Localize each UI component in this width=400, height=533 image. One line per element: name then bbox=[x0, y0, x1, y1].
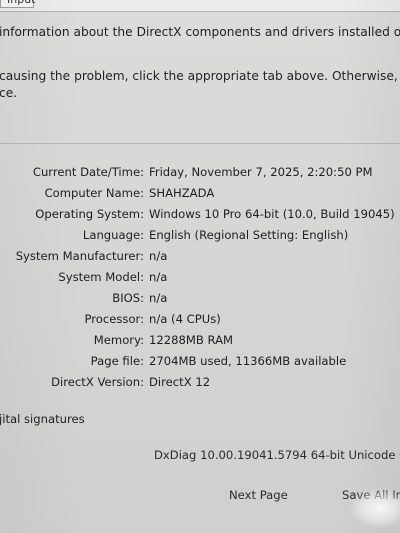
section-divider bbox=[0, 143, 400, 144]
info-row-bios: BIOS: n/a bbox=[0, 291, 400, 309]
digital-signatures-checkbox-label[interactable]: jital signatures bbox=[0, 412, 85, 426]
info-row-date-time: Current Date/Time: Friday, November 7, 2… bbox=[0, 165, 400, 183]
memory-value: 12288MB RAM bbox=[149, 333, 234, 347]
bios-label: BIOS: bbox=[112, 291, 144, 305]
dxdiag-window-photo: Input information about the DirectX comp… bbox=[0, 0, 400, 533]
system-model-value: n/a bbox=[149, 270, 168, 284]
operating-system-label: Operating System: bbox=[35, 207, 144, 221]
computer-name-value: SHAHZADA bbox=[149, 186, 215, 200]
intro-text-line-1: information about the DirectX components… bbox=[0, 25, 400, 39]
memory-label: Memory: bbox=[93, 333, 144, 347]
dxdiag-version-text: DxDiag 10.00.19041.5794 64-bit Unicode C… bbox=[154, 448, 400, 462]
processor-value: n/a (4 CPUs) bbox=[149, 312, 221, 326]
tab-input[interactable]: Input bbox=[0, 0, 35, 8]
info-row-computer-name: Computer Name: SHAHZADA bbox=[0, 186, 400, 204]
info-row-language: Language: English (Regional Setting: Eng… bbox=[0, 228, 400, 246]
info-row-memory: Memory: 12288MB RAM bbox=[0, 333, 400, 351]
next-page-button[interactable]: Next Page bbox=[229, 484, 288, 506]
date-time-value: Friday, November 7, 2025, 2:20:50 PM bbox=[149, 165, 373, 179]
info-row-page-file: Page file: 2704MB used, 11366MB availabl… bbox=[0, 354, 400, 372]
intro-text-line-2: causing the problem, click the appropria… bbox=[0, 69, 400, 83]
operating-system-value: Windows 10 Pro 64-bit (10.0, Build 19045… bbox=[149, 207, 395, 221]
system-manufacturer-label: System Manufacturer: bbox=[15, 249, 144, 263]
info-row-directx-version: DirectX Version: DirectX 12 bbox=[0, 375, 400, 393]
info-row-system-model: System Model: n/a bbox=[0, 270, 400, 288]
date-time-label: Current Date/Time: bbox=[32, 165, 144, 179]
language-value: English (Regional Setting: English) bbox=[149, 228, 349, 242]
tab-strip: Input bbox=[0, 0, 400, 12]
computer-name-label: Computer Name: bbox=[44, 186, 144, 200]
info-row-operating-system: Operating System: Windows 10 Pro 64-bit … bbox=[0, 207, 400, 225]
bios-value: n/a bbox=[149, 291, 168, 305]
intro-text-line-3: ce. bbox=[0, 86, 18, 100]
language-label: Language: bbox=[82, 228, 144, 242]
system-model-label: System Model: bbox=[58, 270, 144, 284]
info-row-processor: Processor: n/a (4 CPUs) bbox=[0, 312, 400, 330]
processor-label: Processor: bbox=[84, 312, 144, 326]
directx-version-label: DirectX Version: bbox=[51, 375, 144, 389]
page-file-label: Page file: bbox=[90, 354, 144, 368]
page-file-value: 2704MB used, 11366MB available bbox=[149, 354, 347, 368]
directx-version-value: DirectX 12 bbox=[149, 375, 211, 389]
system-manufacturer-value: n/a bbox=[149, 249, 168, 263]
screen-glare bbox=[350, 488, 400, 528]
info-row-system-manufacturer: System Manufacturer: n/a bbox=[0, 249, 400, 267]
